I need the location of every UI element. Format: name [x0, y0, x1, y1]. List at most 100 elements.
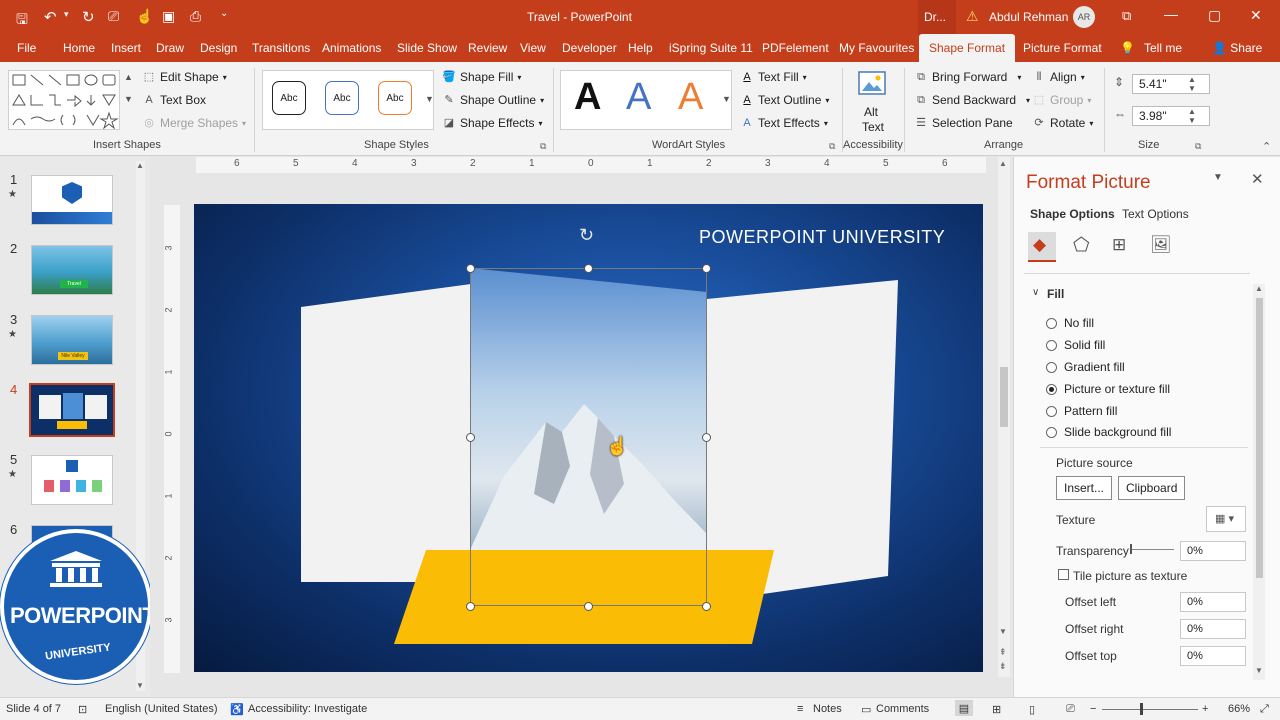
- radio-picture-fill[interactable]: Picture or texture fill: [1046, 382, 1170, 396]
- fill-collapse-icon[interactable]: ∨: [1032, 287, 1039, 298]
- text-box-button[interactable]: A Text Box: [142, 93, 206, 107]
- scroll-thumb[interactable]: [1256, 298, 1263, 578]
- ribbon-display-icon[interactable]: ⧉: [1122, 8, 1131, 24]
- radio-button[interactable]: [1046, 383, 1057, 395]
- wordart-blue[interactable]: A: [626, 76, 651, 119]
- size-properties-tab-icon[interactable]: ⊞: [1112, 235, 1126, 255]
- edit-shape-button[interactable]: ⬚ Edit Shape ▾: [142, 70, 227, 84]
- zoom-out-icon[interactable]: −: [1090, 703, 1096, 715]
- zoom-in-icon[interactable]: +: [1202, 703, 1208, 715]
- resize-handle-ne[interactable]: [702, 264, 711, 273]
- shape-height-input[interactable]: 5.41": [1132, 74, 1210, 94]
- normal-view-icon[interactable]: ▤: [955, 700, 973, 716]
- wordart-launcher-icon[interactable]: ⧉: [829, 141, 835, 152]
- tab-picture-format[interactable]: Picture Format: [1023, 41, 1102, 55]
- group-button[interactable]: ⬚ Group ▾: [1032, 93, 1092, 107]
- collapse-ribbon-icon[interactable]: ⌃: [1262, 140, 1271, 153]
- touch-mode-icon[interactable]: ☝: [136, 8, 153, 25]
- tab-slide-show[interactable]: Slide Show: [397, 41, 457, 55]
- left-panel[interactable]: [301, 284, 471, 582]
- radio-button[interactable]: [1046, 339, 1057, 351]
- reading-view-icon[interactable]: ▯: [1029, 703, 1035, 716]
- comments-button[interactable]: Comments: [876, 703, 929, 715]
- shape-style-blue[interactable]: Abc: [325, 81, 359, 115]
- resize-handle-sw[interactable]: [466, 602, 475, 611]
- avatar[interactable]: AR: [1073, 6, 1095, 28]
- save-icon[interactable]: 🖫: [16, 9, 28, 33]
- rotate-button[interactable]: ⟳ Rotate ▾: [1032, 116, 1093, 130]
- slide-canvas[interactable]: POWERPOINT UNIVERSITY ↻ ☝: [194, 204, 983, 672]
- pane-scrollbar[interactable]: ▲ ▼: [1253, 284, 1265, 680]
- gallery-more-icon[interactable]: ▼: [124, 94, 133, 104]
- offset-right-input[interactable]: 0%: [1180, 619, 1246, 639]
- effects-tab-icon[interactable]: ⬠: [1073, 234, 1090, 257]
- tab-draw[interactable]: Draw: [156, 41, 184, 55]
- shape-style-black[interactable]: Abc: [272, 81, 306, 115]
- maximize-button[interactable]: ▢: [1208, 7, 1221, 24]
- slide-sorter-icon[interactable]: ⊞: [992, 703, 1001, 716]
- alt-text-button[interactable]: Alt Text: [852, 68, 892, 136]
- radio-button[interactable]: [1046, 426, 1057, 438]
- fit-to-window-icon[interactable]: ⤢: [1260, 703, 1269, 716]
- scroll-down-icon[interactable]: ▼: [999, 627, 1007, 636]
- wordart-black[interactable]: A: [574, 76, 601, 119]
- pane-close-icon[interactable]: ✕: [1251, 170, 1264, 188]
- scroll-up-icon[interactable]: ▲: [1255, 284, 1263, 293]
- notes-button[interactable]: Notes: [813, 703, 842, 715]
- tab-tell-me[interactable]: Tell me: [1144, 41, 1182, 55]
- zoom-slider-thumb[interactable]: [1140, 703, 1143, 715]
- slide-thumbnail-3[interactable]: Nile Valley: [31, 315, 113, 365]
- slide-thumbnail-4[interactable]: [29, 383, 115, 437]
- offset-top-input[interactable]: 0%: [1180, 646, 1246, 666]
- resize-handle-w[interactable]: [466, 433, 475, 442]
- resize-handle-s[interactable]: [584, 602, 593, 611]
- close-button[interactable]: ✕: [1250, 7, 1262, 24]
- styles-more-icon[interactable]: ▼: [425, 94, 434, 104]
- radio-button[interactable]: [1046, 361, 1057, 373]
- texture-picker[interactable]: ▦ ▾: [1206, 506, 1246, 532]
- tab-pdfelement[interactable]: PDFelement: [762, 41, 829, 55]
- tab-shape-format[interactable]: Shape Format: [919, 34, 1016, 62]
- radio-button[interactable]: [1046, 405, 1057, 417]
- insert-picture-button[interactable]: Insert...: [1056, 476, 1113, 500]
- tab-animations[interactable]: Animations: [322, 41, 381, 55]
- tab-my-favourites[interactable]: My Favourites: [839, 41, 914, 55]
- customize-toolbar-icon[interactable]: ⌄: [220, 8, 228, 19]
- minimize-button[interactable]: —: [1164, 6, 1178, 22]
- text-fill-button[interactable]: A Text Fill ▾: [740, 70, 806, 84]
- zoom-level[interactable]: 66%: [1228, 703, 1250, 715]
- slideshow-view-icon[interactable]: ⎚: [1066, 703, 1075, 716]
- bring-forward-button[interactable]: ⧉ Bring Forward ▾: [914, 70, 1021, 84]
- wordart-orange[interactable]: A: [678, 76, 703, 119]
- tab-insert[interactable]: Insert: [111, 41, 141, 55]
- clipboard-button[interactable]: Clipboard: [1118, 476, 1186, 500]
- fill-section-header[interactable]: Fill: [1047, 287, 1064, 301]
- radio-button[interactable]: [1046, 317, 1057, 329]
- rotate-handle-icon[interactable]: ↻: [579, 225, 594, 246]
- tab-design[interactable]: Design: [200, 41, 237, 55]
- shape-effects-button[interactable]: ◪ Shape Effects ▾: [442, 116, 543, 130]
- language-status[interactable]: English (United States): [105, 703, 218, 715]
- tab-shape-options[interactable]: Shape Options: [1030, 207, 1115, 221]
- tab-help[interactable]: Help: [628, 41, 653, 55]
- tab-transitions[interactable]: Transitions: [252, 41, 310, 55]
- resize-handle-e[interactable]: [702, 433, 711, 442]
- shape-style-orange[interactable]: Abc: [378, 81, 412, 115]
- scroll-down-icon[interactable]: ▼: [136, 681, 144, 690]
- slide-thumbnail-1[interactable]: [31, 175, 113, 225]
- pane-options-icon[interactable]: ▼: [1213, 172, 1223, 183]
- tab-view[interactable]: View: [520, 41, 546, 55]
- redo-icon[interactable]: ↻: [82, 8, 95, 26]
- scroll-thumb[interactable]: [1000, 367, 1008, 427]
- spelling-icon[interactable]: ⊡: [78, 703, 87, 716]
- fill-line-tab[interactable]: ◆: [1028, 232, 1056, 262]
- transparency-slider-thumb[interactable]: [1130, 544, 1132, 554]
- radio-solid-fill[interactable]: Solid fill: [1046, 338, 1105, 352]
- tab-file[interactable]: File: [17, 41, 36, 55]
- size-launcher-icon[interactable]: ⧉: [1195, 141, 1201, 152]
- offset-left-input[interactable]: 0%: [1180, 592, 1246, 612]
- tab-home[interactable]: Home: [63, 41, 95, 55]
- selection-pane-button[interactable]: ☰ Selection Pane: [914, 116, 1013, 130]
- width-spinner-icon[interactable]: ▲ ▼: [1188, 107, 1196, 125]
- undo-dropdown-icon[interactable]: ▾: [64, 9, 69, 20]
